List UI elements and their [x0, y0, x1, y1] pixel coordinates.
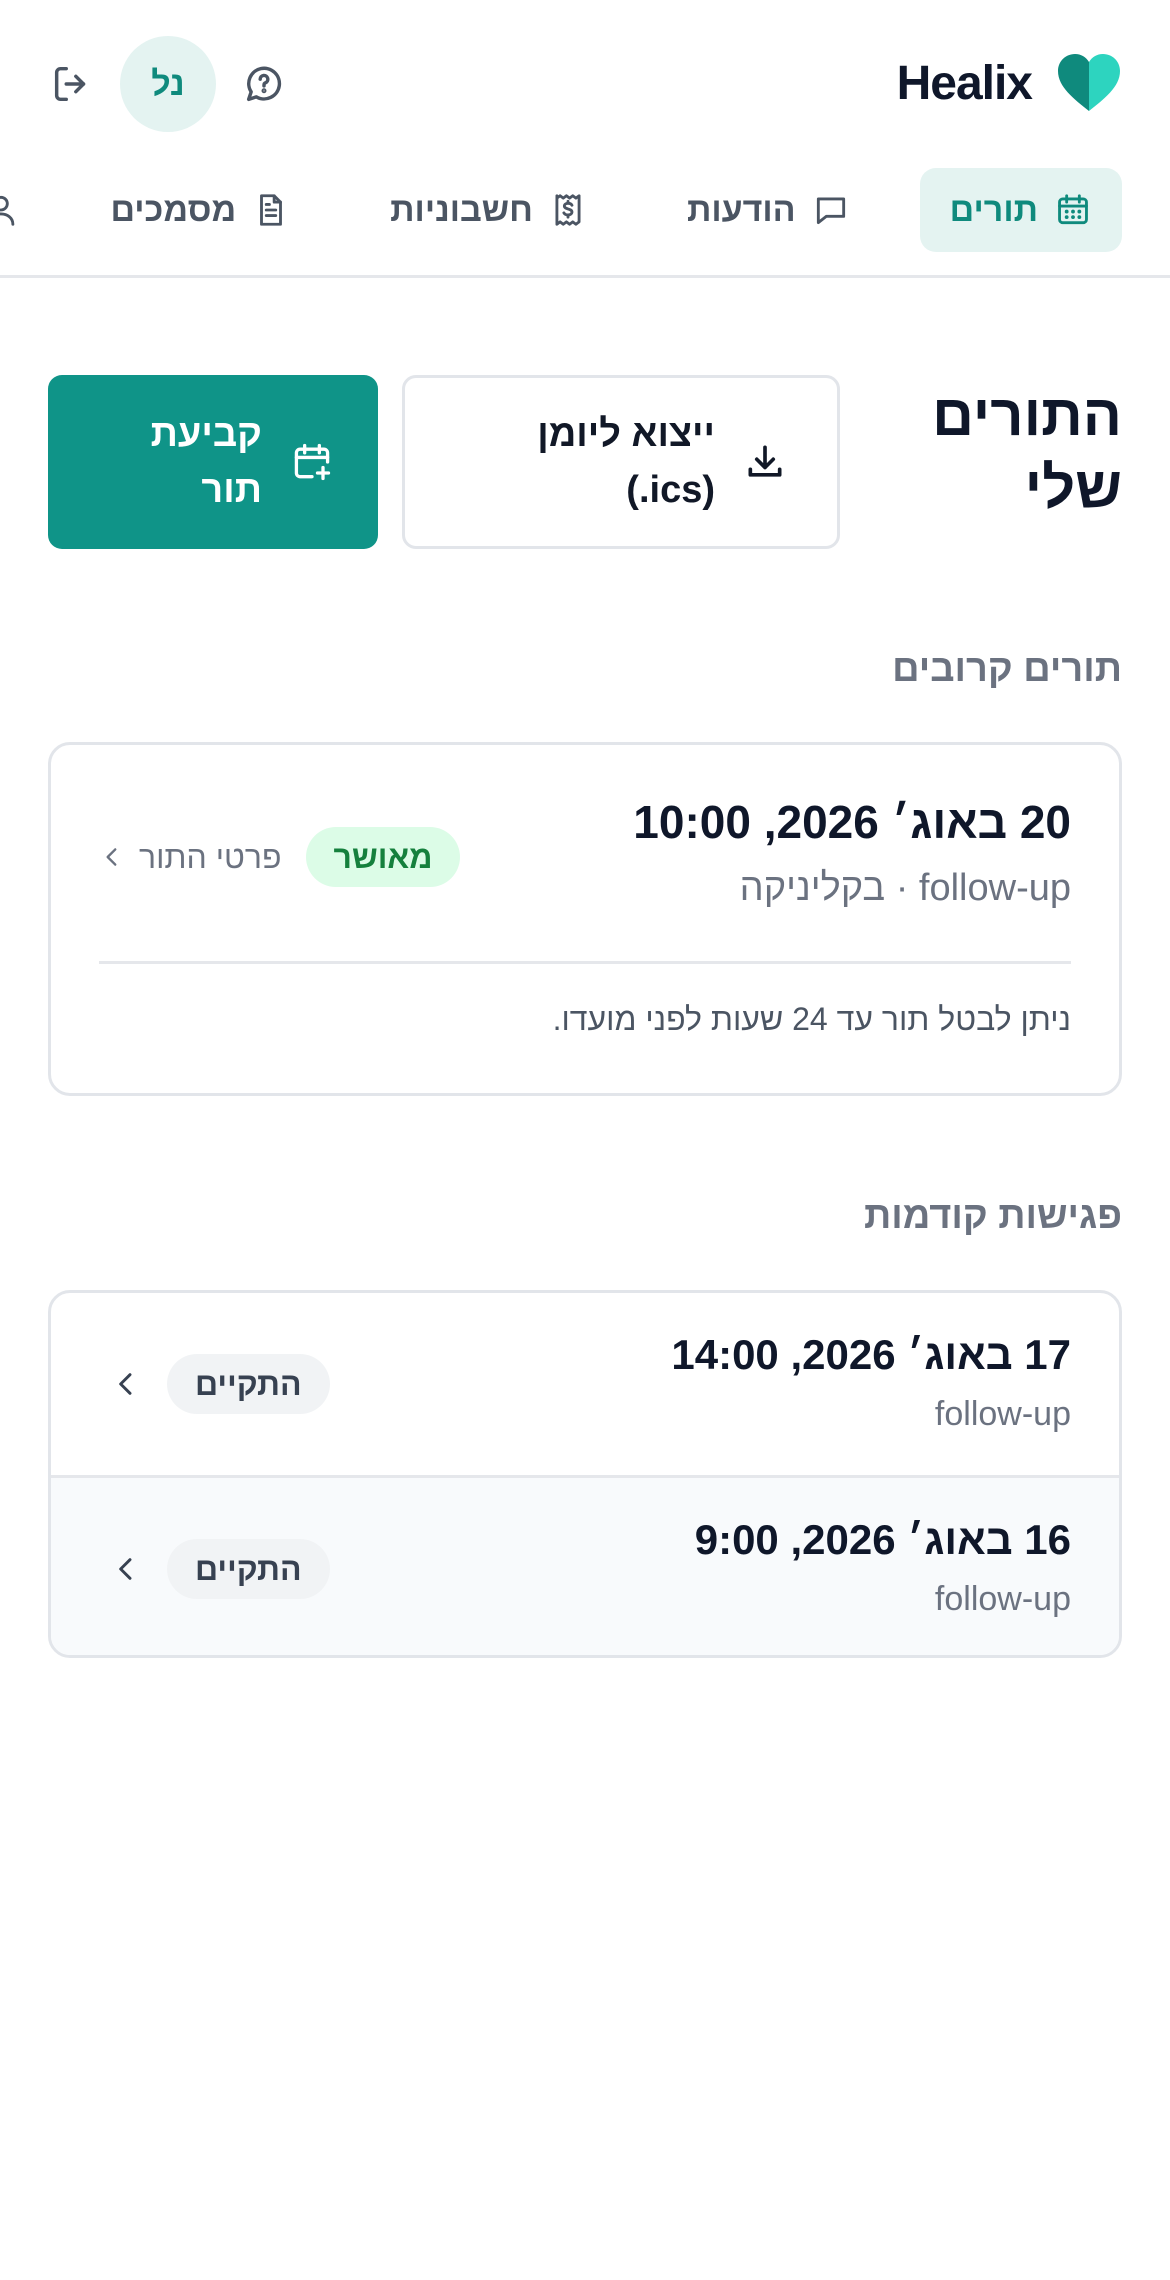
main-nav: תורים הודעות חשבוניות מסמכים: [0, 168, 1122, 252]
user-avatar[interactable]: נל: [120, 36, 216, 132]
page-title: התורים שלי: [932, 383, 1122, 520]
nav-tab-invoices[interactable]: חשבוניות: [360, 168, 617, 252]
appointment-subtitle: follow-up · בקליניקה: [739, 867, 1071, 909]
status-badge: מאושר: [305, 827, 461, 887]
heart-logo-icon: [1058, 54, 1120, 111]
row-actions: התקיים: [109, 1354, 330, 1414]
details-label: פרטי התור: [139, 838, 282, 875]
logout-icon[interactable]: [48, 60, 96, 108]
book-label: קביעת תור: [150, 413, 262, 511]
message-icon: [816, 197, 845, 225]
export-label: ייצוא ליומן (ics.): [537, 413, 715, 511]
past-section-title: פגישות קודמות: [864, 1195, 1122, 1237]
brand-name: Healix: [896, 56, 1033, 110]
appointment-type: follow-up: [934, 1580, 1071, 1618]
upcoming-section-title: תורים קרובים: [892, 648, 1122, 690]
past-appointments-list: 17 באוג׳ 2026, 14:00 follow-up התקיים 16…: [48, 1290, 1122, 1658]
document-icon: [260, 194, 283, 226]
list-item[interactable]: 16 באוג׳ 2026, 9:00 follow-up התקיים: [51, 1475, 1119, 1655]
upcoming-appointment-card: 20 באוג׳ 2026, 10:00 follow-up · בקליניק…: [48, 742, 1122, 1096]
appointments-page: Healix נל תורים הודעות חשבוניות מסמכים ה…: [0, 0, 1170, 2280]
card-divider: [99, 961, 1071, 964]
nav-tab-profile[interactable]: [0, 168, 40, 252]
download-icon: [748, 445, 782, 477]
status-badge: התקיים: [167, 1354, 330, 1414]
chat-help-icon[interactable]: [240, 60, 288, 108]
appointment-date: 16 באוג׳ 2026, 9:00: [694, 1516, 1071, 1563]
nav-label: הודעות: [686, 190, 796, 229]
calendar-add-icon: [294, 443, 331, 481]
book-appointment-button[interactable]: קביעת תור: [48, 375, 378, 549]
chevron-left-icon[interactable]: [109, 1552, 143, 1586]
brand-logo[interactable]: Healix: [897, 48, 1122, 118]
appointment-date: 17 באוג׳ 2026, 14:00: [671, 1331, 1071, 1378]
header-actions: נל: [48, 36, 288, 132]
chevron-left-icon: [106, 848, 117, 866]
appointment-date: 20 באוג׳ 2026, 10:00: [633, 796, 1071, 848]
appointment-details-link[interactable]: פרטי התור: [99, 839, 282, 876]
cancellation-note: ניתן לבטל תור עד 24 שעות לפני מועדו.: [552, 1001, 1071, 1037]
appointment-actions: מאושר פרטי התור: [99, 827, 461, 887]
nav-label: תורים: [949, 190, 1038, 229]
nav-tab-messages[interactable]: הודעות: [657, 168, 880, 252]
nav-label: חשבוניות: [390, 190, 533, 229]
status-badge: התקיים: [167, 1539, 330, 1599]
nav-tab-documents[interactable]: מסמכים: [80, 168, 320, 252]
user-icon: [0, 195, 15, 226]
appointment-type: follow-up: [934, 1395, 1071, 1433]
list-item[interactable]: 17 באוג׳ 2026, 14:00 follow-up התקיים: [51, 1293, 1119, 1475]
chevron-left-icon[interactable]: [109, 1367, 143, 1401]
export-calendar-button[interactable]: ייצוא ליומן (ics.): [402, 375, 840, 549]
row-actions: התקיים: [109, 1539, 330, 1599]
nav-label: מסמכים: [110, 190, 237, 229]
nav-tab-appointments[interactable]: תורים: [919, 168, 1122, 252]
app-header: Healix נל תורים הודעות חשבוניות מסמכים: [0, 0, 1170, 278]
calendar-icon: [1058, 194, 1088, 225]
receipt-icon: [555, 194, 581, 226]
